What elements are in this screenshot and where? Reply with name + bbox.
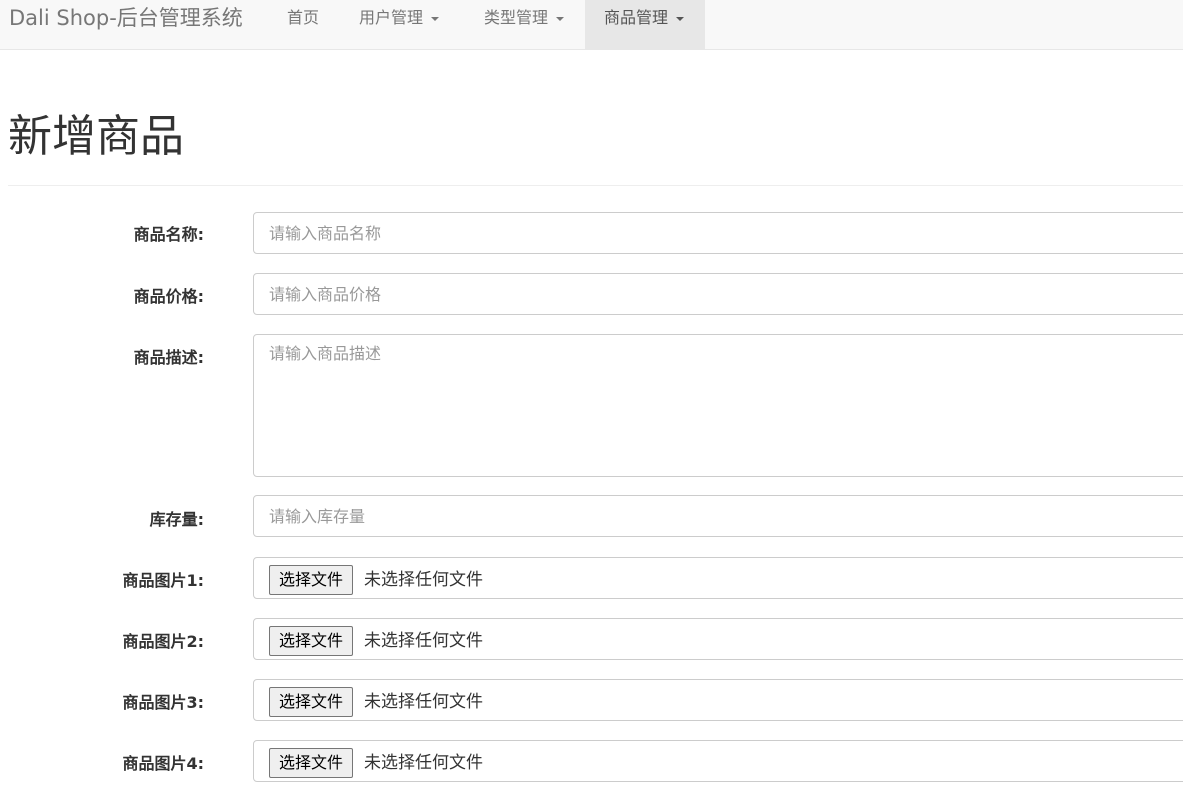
product-description-textarea[interactable] — [253, 334, 1183, 477]
image-3-label: 商品图片3: — [122, 693, 204, 712]
top-navbar: Dali Shop-后台管理系统 首页 用户管理 类型管理 商品管理 — [0, 0, 1183, 50]
nav-item-product-management[interactable]: 商品管理 — [585, 0, 705, 49]
nav-item-label: 用户管理 — [359, 8, 424, 27]
nav-item-user-management[interactable]: 用户管理 — [340, 0, 458, 49]
choose-file-button[interactable]: 选择文件 — [269, 748, 354, 778]
file-status-text: 未选择任何文件 — [364, 753, 483, 773]
image-4-file-input: 选择文件 未选择任何文件 — [253, 740, 1183, 782]
name-label: 商品名称: — [133, 225, 204, 244]
stock-input[interactable] — [253, 495, 1183, 537]
form-row-name: 商品名称: — [0, 212, 1183, 254]
image-2-label: 商品图片2: — [122, 632, 204, 651]
image-4-label: 商品图片4: — [122, 754, 204, 773]
file-status-text: 未选择任何文件 — [364, 570, 483, 590]
choose-file-button[interactable]: 选择文件 — [269, 626, 354, 656]
choose-file-button[interactable]: 选择文件 — [269, 687, 354, 717]
image-1-label: 商品图片1: — [122, 571, 204, 590]
file-status-text: 未选择任何文件 — [364, 631, 483, 651]
nav-item-label: 类型管理 — [484, 8, 549, 27]
form-row-stock: 库存量: — [0, 495, 1183, 537]
product-name-input[interactable] — [253, 212, 1183, 254]
image-1-file-input: 选择文件 未选择任何文件 — [253, 557, 1183, 599]
image-3-file-input: 选择文件 未选择任何文件 — [253, 679, 1183, 721]
form-row-description: 商品描述: — [0, 334, 1183, 477]
nav-item-label: 商品管理 — [604, 8, 669, 27]
page-title: 新增商品 — [8, 111, 184, 162]
title-divider — [8, 185, 1183, 186]
price-label: 商品价格: — [133, 287, 204, 306]
caret-down-icon — [556, 16, 565, 21]
description-label: 商品描述: — [133, 348, 204, 367]
form-row-price: 商品价格: — [0, 273, 1183, 315]
caret-down-icon — [431, 16, 440, 21]
brand-link[interactable]: Dali Shop-后台管理系统 — [9, 5, 243, 31]
form-row-image-4: 商品图片4: 选择文件 未选择任何文件 — [0, 740, 1183, 782]
image-2-file-input: 选择文件 未选择任何文件 — [253, 618, 1183, 660]
nav-item-home[interactable]: 首页 — [268, 0, 338, 49]
nav-item-label: 首页 — [287, 8, 320, 27]
nav-item-type-management[interactable]: 类型管理 — [465, 0, 583, 49]
file-status-text: 未选择任何文件 — [364, 692, 483, 712]
caret-down-icon — [676, 16, 685, 21]
form-row-image-1: 商品图片1: 选择文件 未选择任何文件 — [0, 557, 1183, 599]
form-row-image-3: 商品图片3: 选择文件 未选择任何文件 — [0, 679, 1183, 721]
choose-file-button[interactable]: 选择文件 — [269, 565, 354, 595]
form-row-image-2: 商品图片2: 选择文件 未选择任何文件 — [0, 618, 1183, 660]
stock-label: 库存量: — [149, 510, 204, 529]
product-price-input[interactable] — [253, 273, 1183, 315]
